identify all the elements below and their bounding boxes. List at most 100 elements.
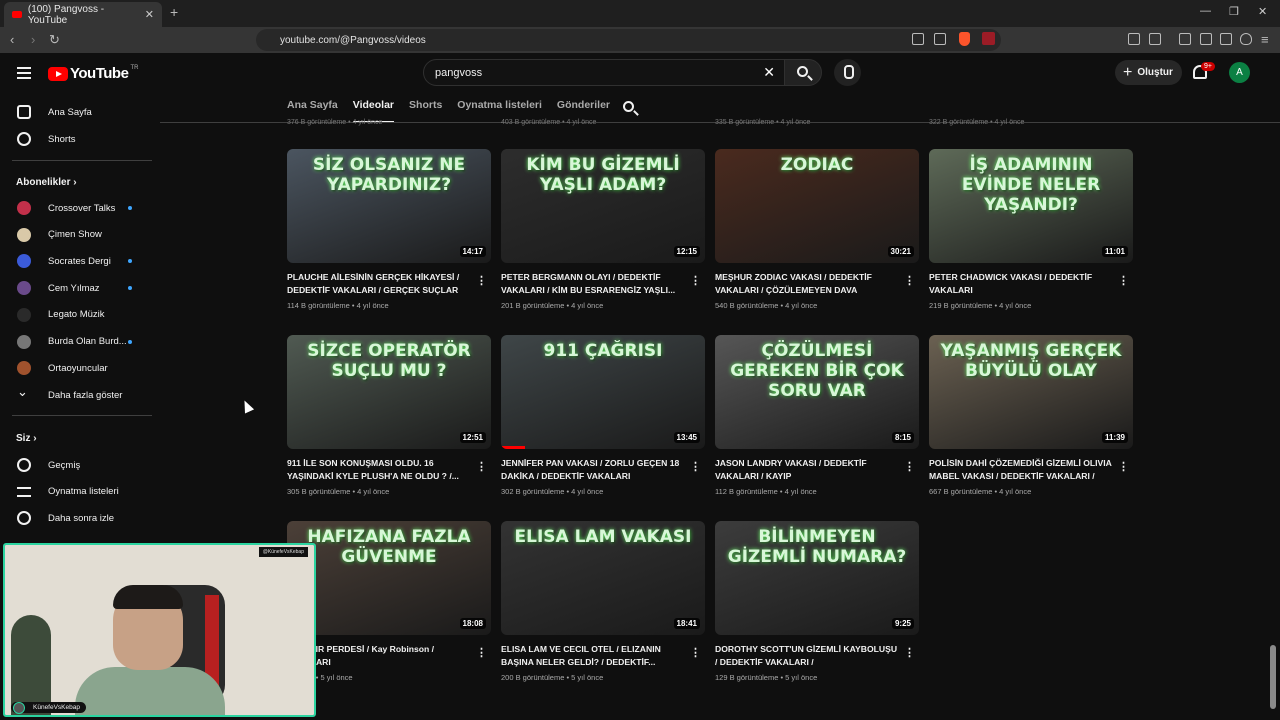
address-bar[interactable]: youtube.com/@Pangvoss/videos: [256, 29, 1001, 51]
video-title[interactable]: DOROTHY SCOTT'UN GİZEMLİ KAYBOLUŞU / DED…: [715, 643, 919, 669]
video-card[interactable]: ÇÖZÜLMESİ GEREKEN BİR ÇOK SORU VAR 8:15 JA…: [715, 335, 919, 496]
vpn-icon[interactable]: [1240, 33, 1252, 45]
more-actions-icon[interactable]: ⋮: [690, 274, 701, 287]
video-thumbnail[interactable]: BİLİNMEYEN GİZEMLİ NUMARA? 9:25: [715, 521, 919, 635]
video-card[interactable]: YAŞANMIŞ GERÇEK BÜYÜLÜ OLAY 11:39 POLİSİN …: [929, 335, 1133, 496]
video-card[interactable]: SİZ OLSANIZ NE YAPARDINIZ? 14:17 PLAUCHE A…: [287, 149, 491, 310]
video-card[interactable]: ZODIAC 30:21 MEŞHUR ZODIAC VAKASI / DEDEKT…: [715, 149, 919, 310]
more-actions-icon[interactable]: ⋮: [476, 460, 487, 473]
video-thumbnail[interactable]: HAFIZANA FAZLA GÜVENME 18:08: [287, 521, 491, 635]
sidebar-item[interactable]: Burda Olan Burd...: [0, 329, 152, 355]
channel-avatar: [17, 361, 31, 376]
clear-search-icon[interactable]: ✕: [763, 64, 775, 81]
video-card[interactable]: KİM BU GİZEMLİ YAŞLI ADAM? 12:15 PETER BER…: [501, 149, 705, 310]
video-thumbnail[interactable]: SİZCE OPERATÖR SUÇLU MU ? 12:51: [287, 335, 491, 449]
more-actions-icon[interactable]: ⋮: [476, 646, 487, 659]
more-actions-icon[interactable]: ⋮: [1118, 274, 1129, 287]
subscriptions-heading[interactable]: Abonelikler ›: [16, 177, 77, 188]
more-actions-icon[interactable]: ⋮: [904, 460, 915, 473]
more-actions-icon[interactable]: ⋮: [904, 646, 915, 659]
sidebar-item[interactable]: Cem Yılmaz: [0, 275, 152, 301]
video-title[interactable]: JASON LANDRY VAKASI / DEDEKTİF VAKALARI …: [715, 457, 919, 483]
christmas-tree: [11, 615, 51, 715]
reload-icon[interactable]: ↻: [49, 32, 60, 48]
window-close-icon[interactable]: ✕: [1258, 5, 1267, 18]
video-title[interactable]: 911 İLE SON KONUŞMASI OLDU. 16 YAŞINDAKİ…: [287, 457, 491, 483]
sidebar-item[interactable]: Oynatma listeleri: [0, 479, 152, 505]
search-input[interactable]: pangvoss ✕: [423, 59, 785, 86]
video-card[interactable]: 911 ÇAĞRISI 13:45 JENNİFER PAN VAKASI / ZO…: [501, 335, 705, 496]
leo-ai-icon[interactable]: [1220, 33, 1232, 45]
sidebar-item[interactable]: Socrates Dergi: [0, 248, 152, 274]
browser-tab[interactable]: (100) Pangvoss - YouTube ✕: [4, 2, 162, 27]
video-title[interactable]: MEŞHUR ZODIAC VAKASI / DEDEKTİF VAKALARI…: [715, 271, 919, 297]
video-card[interactable]: SİZCE OPERATÖR SUÇLU MU ? 12:51 911 İLE SO…: [287, 335, 491, 496]
sidebar-item[interactable]: ⌄ Daha fazla göster: [0, 382, 152, 408]
sidebar-item[interactable]: Legato Müzik: [0, 302, 152, 328]
video-thumbnail[interactable]: İŞ ADAMININ EVİNDE NELER YAŞANDI? 11:01: [929, 149, 1133, 263]
reading-list-icon[interactable]: [1149, 33, 1161, 45]
notification-badge: 9+: [1201, 62, 1215, 71]
video-title[interactable]: PLAUCHE AİLESİNİN GERÇEK HİKAYESİ / DEDE…: [287, 271, 491, 297]
maximize-icon[interactable]: ❐: [1229, 5, 1239, 18]
tab-close-icon[interactable]: ✕: [145, 8, 154, 21]
sidebar-item[interactable]: Crossover Talks: [0, 195, 152, 221]
video-duration: 30:21: [887, 246, 914, 257]
video-card[interactable]: İŞ ADAMININ EVİNDE NELER YAŞANDI? 11:01 PE…: [929, 149, 1133, 310]
video-card[interactable]: HAFIZANA FAZLA GÜVENME 18:08 İREN SIR PERD…: [287, 521, 491, 682]
video-thumbnail[interactable]: ZODIAC 30:21: [715, 149, 919, 263]
search-button[interactable]: [784, 59, 822, 86]
video-title[interactable]: PETER CHADWICK VAKASI / DEDEKTİF VAKALAR…: [929, 271, 1133, 297]
sidebar-item[interactable]: Çimen Show: [0, 222, 152, 248]
back-icon[interactable]: ‹: [10, 32, 14, 47]
video-card[interactable]: BİLİNMEYEN GİZEMLİ NUMARA? 9:25 DOROTHY SC…: [715, 521, 919, 682]
webcam-avatar: [13, 702, 25, 714]
video-title[interactable]: PETER BERGMANN OLAYI / DEDEKTİF VAKALARI…: [501, 271, 705, 297]
menu-icon[interactable]: ≡: [1261, 32, 1269, 47]
video-thumbnail[interactable]: ELISA LAM VAKASI 18:41: [501, 521, 705, 635]
video-meta-partial: 322 B görüntüleme • 4 yıl önce: [929, 119, 1025, 126]
channel-search-icon[interactable]: [623, 101, 634, 112]
webcam-name: KünefeVsKebap: [33, 704, 80, 711]
more-actions-icon[interactable]: ⋮: [476, 274, 487, 287]
video-title[interactable]: JENNİFER PAN VAKASI / ZORLU GEÇEN 18 DAK…: [501, 457, 705, 483]
sidebar-item[interactable]: Daha sonra izle: [0, 505, 152, 531]
page-scrollbar[interactable]: [1270, 645, 1276, 709]
more-actions-icon[interactable]: ⋮: [904, 274, 915, 287]
account-avatar[interactable]: A: [1229, 62, 1250, 83]
new-tab-icon[interactable]: +: [170, 4, 178, 20]
voice-search-icon[interactable]: [834, 59, 861, 86]
extensions-icon[interactable]: [1128, 33, 1140, 45]
sidebar-item[interactable]: Ana Sayfa: [0, 99, 152, 125]
sidebar-toggle-icon[interactable]: [1179, 33, 1191, 45]
channel-tab[interactable]: Shorts: [409, 93, 442, 123]
sidebar-item[interactable]: Shorts: [0, 126, 152, 152]
video-title[interactable]: POLİSİN DAHİ ÇÖZEMEDİĞİ GİZEMLİ OLIVIA M…: [929, 457, 1133, 483]
sidebar-item[interactable]: Ortaoyuncular: [0, 355, 152, 381]
url-text: youtube.com/@Pangvoss/videos: [280, 34, 426, 46]
more-actions-icon[interactable]: ⋮: [690, 646, 701, 659]
create-button[interactable]: + Oluştur: [1115, 60, 1182, 85]
guide-menu-icon[interactable]: [17, 67, 31, 82]
youtube-logo[interactable]: YouTube TR: [48, 65, 138, 82]
brave-shields-icon[interactable]: [959, 32, 970, 46]
video-thumbnail[interactable]: YAŞANMIŞ GERÇEK BÜYÜLÜ OLAY 11:39: [929, 335, 1133, 449]
share-icon[interactable]: [934, 33, 946, 45]
video-thumbnail[interactable]: 911 ÇAĞRISI 13:45: [501, 335, 705, 449]
video-thumbnail[interactable]: SİZ OLSANIZ NE YAPARDINIZ? 14:17: [287, 149, 491, 263]
video-title[interactable]: ELISA LAM VE CECIL OTEL / ELIZANIN BAŞIN…: [501, 643, 705, 669]
minimize-icon[interactable]: —: [1200, 5, 1211, 17]
wallet-icon[interactable]: [1200, 33, 1212, 45]
video-title[interactable]: İREN SIR PERDESİ / Kay Robinson / VAKALA…: [287, 643, 491, 669]
video-card[interactable]: ELISA LAM VAKASI 18:41 ELISA LAM VE CECIL …: [501, 521, 705, 682]
brave-rewards-icon[interactable]: [982, 32, 995, 45]
thumbnail-caption: BİLİNMEYEN GİZEMLİ NUMARA?: [727, 527, 907, 567]
you-heading[interactable]: Siz ›: [16, 433, 37, 444]
more-actions-icon[interactable]: ⋮: [1118, 460, 1129, 473]
more-actions-icon[interactable]: ⋮: [690, 460, 701, 473]
video-thumbnail[interactable]: KİM BU GİZEMLİ YAŞLI ADAM? 12:15: [501, 149, 705, 263]
sidebar-item[interactable]: Geçmiş: [0, 452, 152, 478]
video-thumbnail[interactable]: ÇÖZÜLMESİ GEREKEN BİR ÇOK SORU VAR 8:15: [715, 335, 919, 449]
forward-icon[interactable]: ›: [31, 32, 35, 47]
cast-icon[interactable]: [912, 33, 924, 45]
